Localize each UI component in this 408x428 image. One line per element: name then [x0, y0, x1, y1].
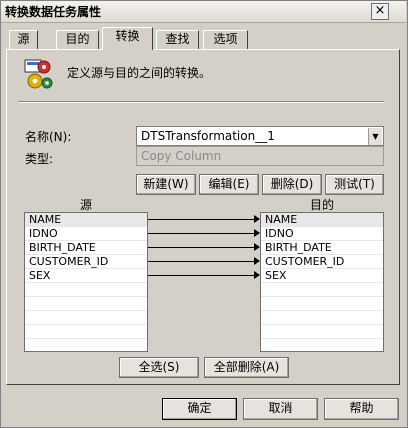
list-item[interactable]: IDNO — [261, 227, 383, 241]
list-item[interactable]: CUSTOMER_ID — [25, 255, 147, 269]
list-item[interactable]: BIRTH_DATE — [25, 241, 147, 255]
list-item[interactable]: BIRTH_DATE — [261, 241, 383, 255]
chevron-down-icon[interactable]: ▼ — [368, 128, 382, 145]
list-item — [25, 297, 147, 311]
list-item[interactable]: NAME — [261, 213, 383, 227]
window-title: 转换数据任务属性 — [5, 5, 102, 19]
list-item — [25, 283, 147, 297]
list-item — [261, 283, 383, 297]
mapping-arrow-line — [148, 219, 254, 220]
mapping-arrow-line — [148, 275, 254, 276]
type-label: 类型: — [25, 152, 54, 166]
mapping-arrow-line — [148, 233, 254, 234]
cancel-button[interactable]: 取消 — [243, 398, 318, 420]
type-field: Copy Column — [136, 146, 384, 166]
list-item[interactable]: SEX — [261, 269, 383, 283]
arrow-right-icon — [254, 243, 260, 251]
name-dropdown[interactable]: DTSTransformation__1 ▼ — [136, 126, 384, 146]
tab-label: 源 — [17, 32, 30, 46]
close-icon: × — [374, 3, 386, 18]
tab-label: 选项 — [213, 32, 238, 46]
separator — [18, 101, 384, 103]
help-button[interactable]: 帮助 — [324, 398, 399, 420]
list-item[interactable]: IDNO — [25, 227, 147, 241]
ok-button[interactable]: 确定 — [162, 398, 237, 420]
arrow-right-icon — [254, 215, 260, 223]
list-item — [25, 311, 147, 325]
list-item — [25, 325, 147, 339]
list-item — [261, 325, 383, 339]
tab-transform[interactable]: 转换 — [102, 27, 153, 50]
list-item — [261, 297, 383, 311]
name-value: DTSTransformation__1 — [141, 129, 275, 143]
transform-gears-icon — [22, 56, 56, 92]
delete-button[interactable]: 删除(D) — [262, 174, 322, 195]
delete-all-button[interactable]: 全部删除(A) — [204, 357, 289, 378]
mapping-arrow-line — [148, 261, 254, 262]
arrow-right-icon — [254, 271, 260, 279]
list-item[interactable]: CUSTOMER_ID — [261, 255, 383, 269]
source-columns-list[interactable]: NAME IDNO BIRTH_DATE CUSTOMER_ID SEX — [24, 212, 148, 352]
tab-destination[interactable]: 目的 — [56, 30, 99, 49]
intro-text: 定义源与目的之间的转换。 — [67, 66, 212, 80]
tab-lookup[interactable]: 查找 — [156, 30, 199, 49]
arrow-right-icon — [254, 257, 260, 265]
list-item[interactable]: SEX — [25, 269, 147, 283]
test-button[interactable]: 测试(T) — [325, 174, 384, 195]
edit-button[interactable]: 编辑(E) — [199, 174, 259, 195]
select-all-button[interactable]: 全选(S) — [119, 357, 199, 378]
arrow-right-icon — [254, 229, 260, 237]
new-button[interactable]: 新建(W) — [136, 174, 196, 195]
tab-source[interactable]: 源 — [9, 30, 38, 49]
tab-label: 转换 — [115, 29, 140, 43]
list-item — [261, 311, 383, 325]
destination-header: 目的 — [309, 198, 334, 212]
name-label: 名称(N): — [25, 130, 72, 144]
mapping-arrow-line — [148, 247, 254, 248]
tab-label: 查找 — [165, 32, 190, 46]
tab-label: 目的 — [65, 32, 90, 46]
destination-columns-list[interactable]: NAME IDNO BIRTH_DATE CUSTOMER_ID SEX — [260, 212, 384, 352]
source-header: 源 — [79, 198, 92, 212]
close-button[interactable]: × — [371, 3, 389, 20]
tab-options[interactable]: 选项 — [203, 30, 248, 49]
list-item[interactable]: NAME — [25, 213, 147, 227]
